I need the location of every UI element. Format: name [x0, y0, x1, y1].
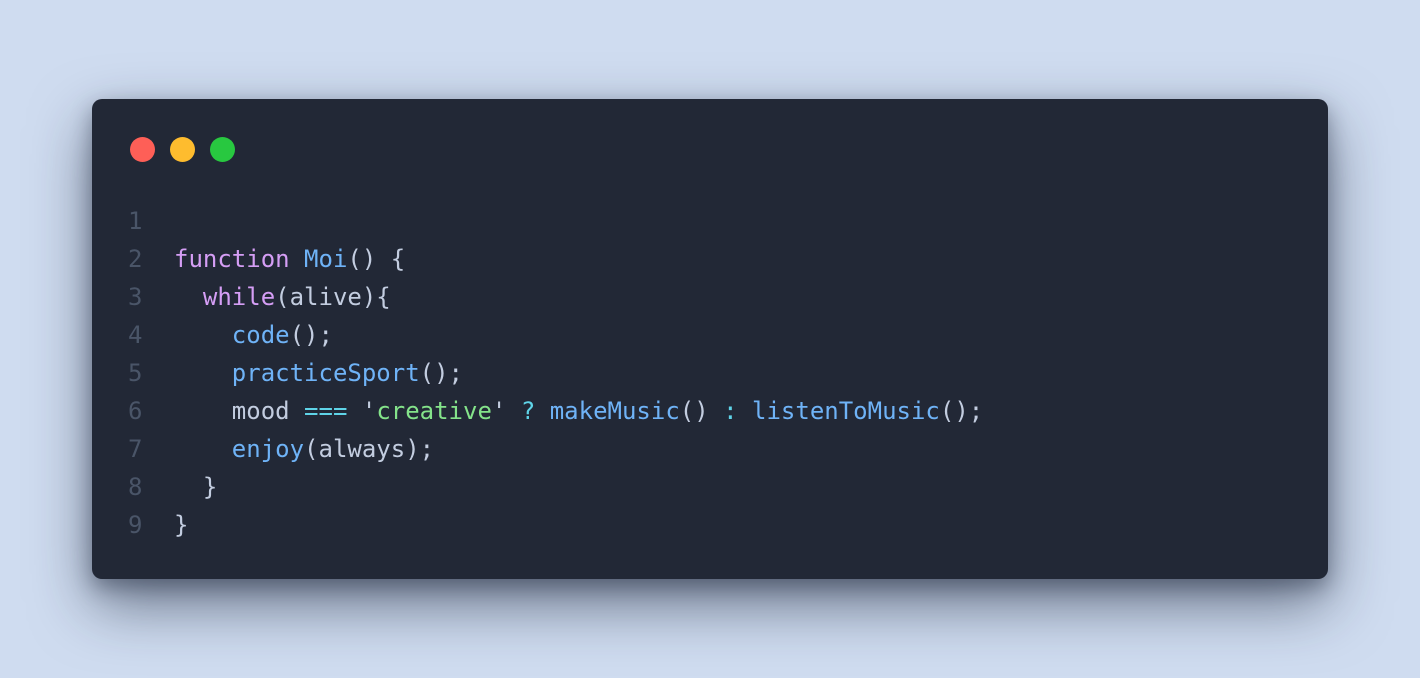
code-token-default: } — [174, 473, 218, 501]
code-line: 6 mood === 'creative' ? makeMusic() : li… — [92, 392, 1328, 430]
code-token-function: Moi — [304, 245, 348, 273]
line-number: 6 — [128, 397, 143, 425]
code-token-default — [738, 397, 752, 425]
code-token-default — [174, 283, 203, 311]
code-text: } — [174, 468, 217, 506]
code-token-function: code — [231, 321, 290, 349]
code-token-function: enjoy — [231, 435, 305, 463]
code-token-default — [174, 359, 232, 387]
code-editor[interactable]: 1 2 function Moi() {3 while(alive){4 code(… — [92, 202, 1328, 544]
code-text: } — [174, 506, 188, 544]
code-token-default: ' — [491, 397, 521, 425]
line-number: 9 — [128, 511, 143, 539]
code-token-default: } — [174, 511, 189, 539]
code-text: practiceSport(); — [174, 354, 463, 392]
minimize-icon[interactable] — [170, 137, 195, 162]
code-token-operator: : — [723, 397, 738, 425]
code-text: mood === 'creative' ? makeMusic() : list… — [174, 392, 983, 430]
code-token-default — [174, 435, 232, 463]
code-text: code(); — [174, 316, 333, 354]
line-number: 3 — [128, 283, 143, 311]
code-token-default: (alive){ — [275, 283, 391, 311]
code-token-default: ' — [347, 397, 377, 425]
code-window: 1 2 function Moi() {3 while(alive){4 code(… — [92, 99, 1328, 579]
code-token-default: (); — [419, 359, 463, 387]
code-line: 5 practiceSport(); — [92, 354, 1328, 392]
line-number: 1 — [128, 207, 143, 235]
code-token-keyword: while — [202, 283, 276, 311]
code-line: 4 code(); — [92, 316, 1328, 354]
code-token-function: listenToMusic — [752, 397, 940, 425]
code-token-default — [535, 397, 549, 425]
code-token-default: () — [679, 397, 724, 425]
code-line: 1 — [92, 202, 1328, 240]
line-number: 8 — [128, 473, 143, 501]
code-token-string: creative — [376, 397, 492, 425]
code-token-operator: === — [304, 397, 348, 425]
code-token-function: makeMusic — [549, 397, 680, 425]
code-line: 7 enjoy(always); — [92, 430, 1328, 468]
close-icon[interactable] — [130, 137, 155, 162]
line-number: 7 — [128, 435, 143, 463]
line-number: 2 — [128, 245, 143, 273]
line-number: 4 — [128, 321, 143, 349]
code-line: 2 function Moi() { — [92, 240, 1328, 278]
code-token-default: (); — [289, 321, 333, 349]
code-line: 8 } — [92, 468, 1328, 506]
code-text: while(alive){ — [174, 278, 391, 316]
code-token-default: mood — [174, 397, 305, 425]
code-text: enjoy(always); — [174, 430, 434, 468]
code-token-operator: ? — [520, 397, 536, 425]
code-line: 9} — [92, 506, 1328, 544]
code-token-keyword: function — [174, 245, 290, 273]
code-token-default: () { — [347, 245, 406, 273]
code-token-default: (always); — [304, 435, 435, 463]
window-controls — [130, 137, 235, 162]
code-token-default: (); — [939, 397, 984, 425]
code-token-default — [290, 245, 304, 273]
code-line: 3 while(alive){ — [92, 278, 1328, 316]
code-text: function Moi() { — [174, 240, 405, 278]
code-token-function: practiceSport — [231, 359, 420, 387]
code-token-default — [174, 321, 232, 349]
line-number: 5 — [128, 359, 143, 387]
maximize-icon[interactable] — [210, 137, 235, 162]
